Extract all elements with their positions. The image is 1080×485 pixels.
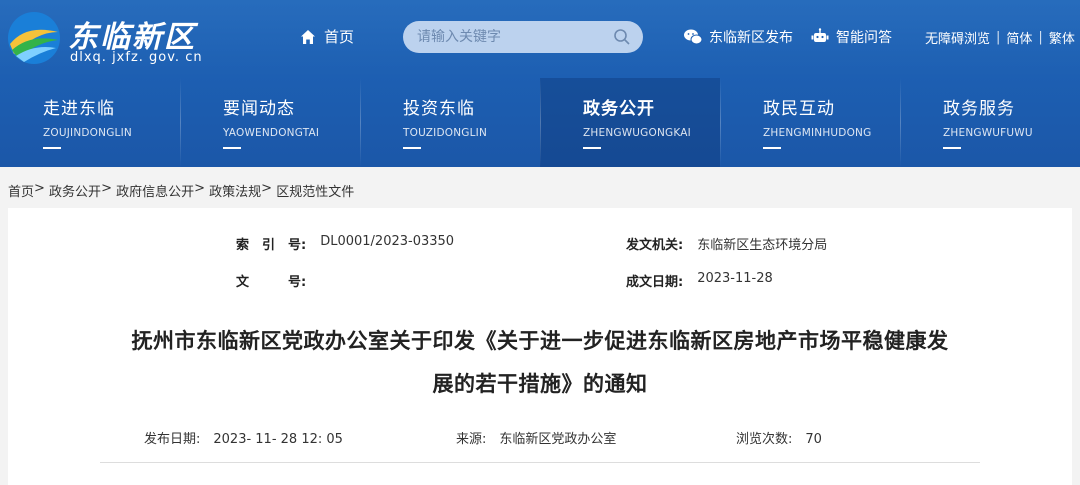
article-source: 来源: 东临新区党政办公室 [456, 432, 617, 447]
nav-item-about[interactable]: 走进东临 ZOUJINDONGLIN [0, 78, 180, 167]
nav-item-services[interactable]: 政务服务 ZHENGWUFUWU [900, 78, 1080, 167]
logo-emblem-icon [8, 12, 60, 64]
nav-item-news[interactable]: 要闻动态 YAOWENDONGTAI [180, 78, 360, 167]
robot-icon [811, 28, 829, 42]
article-title: 抚州市东临新区党政办公室关于印发《关于进一步促进东临新区房地产市场平稳健康发 展… [8, 320, 1072, 406]
meta-date-value: 2023-11-28 [697, 271, 773, 286]
meta-index: 索 引 号: DL0001/2023-03350 [236, 234, 454, 253]
search-box [403, 21, 643, 53]
meta-issuer-value: 东临新区生态环境分局 [697, 238, 828, 253]
article-title-line: 抚州市东临新区党政办公室关于印发《关于进一步促进东临新区房地产市场平稳健康发 [131, 329, 949, 353]
breadcrumb-separator: > [101, 181, 117, 196]
separator: | [1038, 30, 1043, 45]
nav-item-underline [43, 147, 61, 149]
publish-date: 发布日期: 2023- 11- 28 12: 05 [144, 432, 343, 447]
nav-item-label: 走进东临 [43, 99, 115, 119]
article-panel: 索 引 号: DL0001/2023-03350 文 号: 发文机关: 东临新区… [8, 208, 1072, 485]
nav-item-underline [223, 147, 241, 149]
wechat-icon [684, 29, 703, 45]
nav-item-label: 投资东临 [403, 99, 475, 119]
meta-index-label: 索 引 号: [236, 238, 307, 253]
simplified-link[interactable]: 简体 [1006, 28, 1032, 47]
breadcrumb-separator: > [34, 181, 50, 196]
breadcrumb: 首页 > 政务公开 > 政府信息公开 > 政策法规 > 区规范性文件 [8, 181, 354, 200]
meta-issuer-label: 发文机关: [626, 238, 684, 253]
nav-item-underline [943, 147, 961, 149]
nav-item-interaction[interactable]: 政民互动 ZHENGMINHUDONG [720, 78, 900, 167]
nav-item-pinyin: ZHENGWUFUWU [943, 127, 1033, 139]
view-count: 浏览次数: 70 [736, 432, 822, 447]
home-icon [301, 29, 315, 44]
nav-item-pinyin: ZHENGMINHUDONG [763, 127, 872, 139]
breadcrumb-item[interactable]: 政府信息公开 [116, 181, 194, 200]
nav-item-underline [583, 147, 601, 149]
publish-link[interactable]: 东临新区发布 [683, 27, 793, 47]
accessibility-bar: 无障碍浏览 | 简体 | 繁体 [925, 28, 1075, 47]
nav-item-pinyin: ZOUJINDONGLIN [43, 127, 132, 139]
divider [100, 462, 980, 463]
breadcrumb-item[interactable]: 区规范性文件 [276, 181, 354, 200]
search-input[interactable] [417, 29, 607, 45]
meta-index-value: DL0001/2023-03350 [320, 234, 455, 249]
meta-doc-number: 文 号: [236, 271, 320, 290]
site-header: 东临新区 dlxq. jxfz. gov. cn 首页 东临新区发布 [0, 0, 1080, 167]
meta-date-label: 成文日期: [626, 275, 684, 290]
nav-item-underline [763, 147, 781, 149]
nav-item-label: 政务公开 [583, 99, 655, 119]
nav-item-pinyin: YAOWENDONGTAI [223, 127, 320, 139]
publish-label: 东临新区发布 [709, 30, 793, 46]
article-title-line: 展的若干措施》的通知 [432, 372, 648, 396]
main-nav: 走进东临 ZOUJINDONGLIN 要闻动态 YAOWENDONGTAI 投资… [0, 78, 1080, 167]
nav-item-label: 要闻动态 [223, 99, 295, 119]
meta-date: 成文日期: 2023-11-28 [626, 271, 773, 290]
separator: | [996, 30, 1001, 45]
search-icon[interactable] [613, 28, 631, 46]
breadcrumb-item[interactable]: 政务公开 [49, 181, 101, 200]
logo-domain: dlxq. jxfz. gov. cn [70, 50, 203, 65]
nav-item-invest[interactable]: 投资东临 TOUZIDONGLIN [360, 78, 540, 167]
breadcrumb-separator: > [194, 181, 210, 196]
home-link[interactable]: 首页 [300, 26, 354, 47]
breadcrumb-item[interactable]: 首页 [8, 181, 34, 200]
traditional-link[interactable]: 繁体 [1049, 28, 1075, 47]
qa-label: 智能问答 [836, 30, 892, 46]
home-label: 首页 [324, 28, 355, 46]
qa-link[interactable]: 智能问答 [810, 27, 892, 47]
nav-item-pinyin: ZHENGWUGONGKAI [583, 127, 691, 139]
meta-issuer: 发文机关: 东临新区生态环境分局 [626, 234, 827, 253]
breadcrumb-separator: > [261, 181, 277, 196]
meta-doc-label: 文 号: [236, 275, 307, 290]
nav-item-label: 政民互动 [763, 99, 835, 119]
nav-item-pinyin: TOUZIDONGLIN [403, 127, 488, 139]
accessibility-link[interactable]: 无障碍浏览 [925, 28, 990, 47]
breadcrumb-item[interactable]: 政策法规 [209, 181, 261, 200]
nav-item-label: 政务服务 [943, 99, 1015, 119]
nav-item-gov-affairs[interactable]: 政务公开 ZHENGWUGONGKAI [540, 78, 720, 167]
nav-item-underline [403, 147, 421, 149]
site-logo[interactable]: 东临新区 dlxq. jxfz. gov. cn [6, 8, 206, 70]
